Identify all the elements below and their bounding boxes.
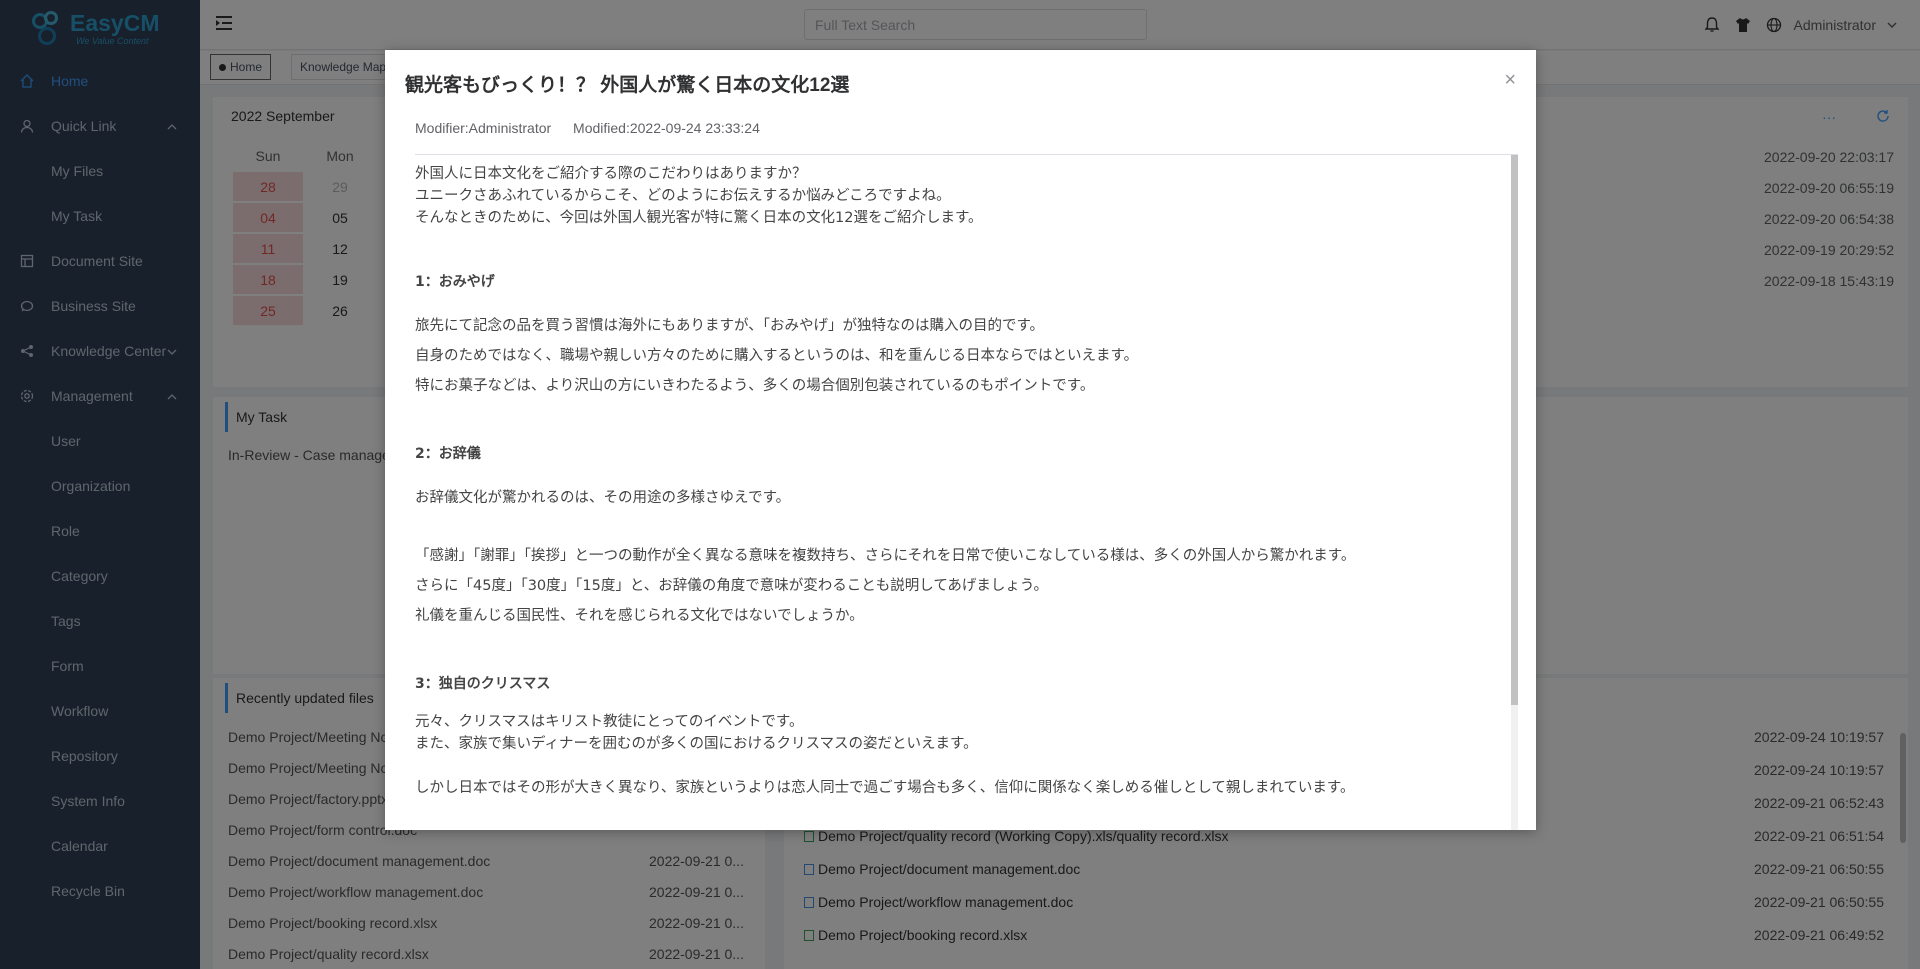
modified-label: Modified:2022-09-24 23:33:24 bbox=[573, 120, 760, 136]
close-icon[interactable]: × bbox=[1504, 70, 1516, 90]
paragraph: 元々、クリスマスはキリスト教徒にとってのイベントです。 bbox=[415, 714, 804, 730]
document-modal: 観光客もびっくり！？ 外国人が驚く日本の文化12選 × Modifier:Adm… bbox=[385, 50, 1536, 830]
modifier-label: Modifier:Administrator bbox=[415, 120, 552, 136]
section-heading: 3：独自のクリスマス bbox=[415, 676, 551, 692]
paragraph: しかし日本ではその形が大きく異なり、家族というよりは恋人同士で過ごす場合も多く、… bbox=[415, 780, 1355, 796]
paragraph: そんなときのために、今回は外国人観光客が特に驚く日本の文化12選をご紹介します。 bbox=[415, 210, 983, 226]
paragraph: 自身のためではなく、職場や親しい方々のために購入するというのは、和を重んじる日本… bbox=[415, 348, 1139, 364]
section-heading: 1：おみやげ bbox=[415, 274, 495, 290]
modal-scrollbar[interactable] bbox=[1511, 155, 1518, 830]
paragraph: さらに「45度」「30度」「15度」と、お辞儀の角度で意味が変わることも説明して… bbox=[415, 578, 1049, 594]
paragraph: 礼儀を重んじる国民性、それを感じられる文化ではないでしょうか。 bbox=[415, 608, 864, 624]
paragraph: また、家族で集いディナーを囲むのが多くの国におけるクリスマスの姿だといえます。 bbox=[415, 736, 978, 752]
modal-meta: Modifier:Administrator Modified:2022-09-… bbox=[415, 120, 778, 136]
paragraph: 特にお菓子などは、より沢山の方にいきわたるよう、多くの場合個別包装されているのも… bbox=[415, 378, 1095, 394]
modal-title: 観光客もびっくり！？ 外国人が驚く日本の文化12選 bbox=[405, 75, 850, 96]
modal-content[interactable]: 外国人に日本文化をご紹介する際のこだわりはありますか？ ユニークさあふれているか… bbox=[415, 154, 1518, 830]
paragraph: ユニークさあふれているからこそ、どのようにお伝えするか悩みどころですよね。 bbox=[415, 188, 951, 204]
paragraph: お辞儀文化が驚かれるのは、その用途の多様さゆえです。 bbox=[415, 490, 791, 506]
paragraph: 旅先にて記念の品を買う習慣は海外にもありますが、「おみやげ」が独特なのは購入の目… bbox=[415, 318, 1045, 334]
section-heading: 2：お辞儀 bbox=[415, 446, 481, 462]
paragraph: 「感謝」「謝罪」「挨拶」と一つの動作が全く異なる意味を複数持ち、さらにそれを日常… bbox=[415, 548, 1356, 564]
paragraph: 外国人に日本文化をご紹介する際のこだわりはありますか？ bbox=[415, 166, 807, 182]
